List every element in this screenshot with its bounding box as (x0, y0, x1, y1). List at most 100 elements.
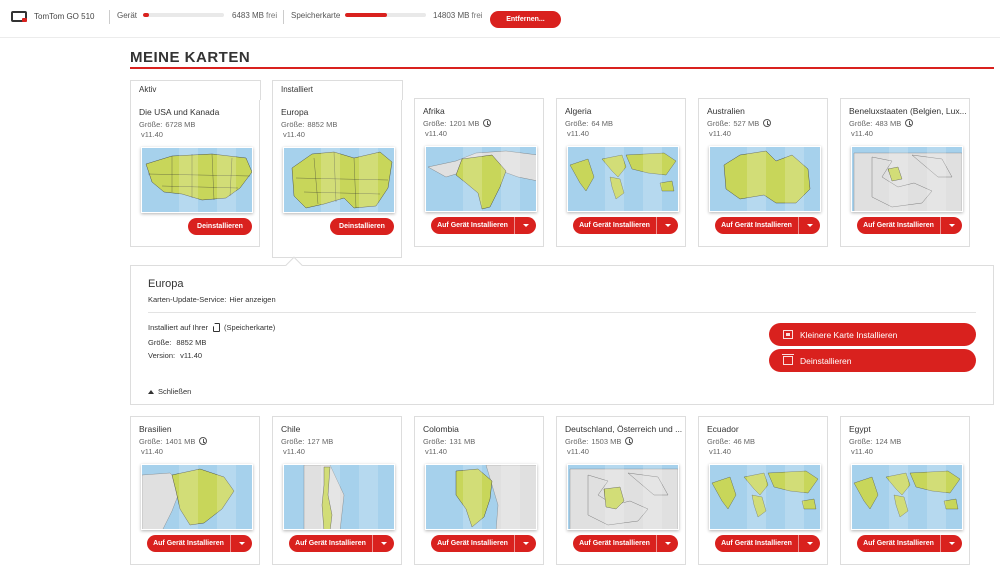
install-label: Auf Gerät Installieren (857, 217, 941, 234)
uninstall-button[interactable]: Deinstallieren (330, 218, 394, 235)
install-options-dropdown[interactable] (515, 217, 536, 234)
map-version: v11.40 (709, 129, 731, 138)
detail-title: Europa (148, 278, 184, 290)
map-version: v11.40 (851, 129, 873, 138)
card-storage-fill (345, 13, 388, 17)
map-card[interactable]: Egypt Größe: 124 MB v11.40 Auf Gerät Install… (840, 416, 970, 565)
map-card[interactable]: Brasilien Größe: 1401 MB v11.40 Auf Gerät In… (130, 416, 260, 565)
map-version: v11.40 (283, 447, 305, 456)
map-name: Egypt (849, 424, 871, 434)
chevron-down-icon (238, 542, 245, 545)
map-card[interactable]: Ecuador Größe: 46 MB v11.40 Auf Gerät Instal… (698, 416, 828, 565)
map-size: Größe: 527 MB (707, 119, 772, 128)
install-on-device-button[interactable]: Auf Gerät Installieren (431, 217, 536, 234)
map-size: Größe: 1201 MB (423, 119, 492, 128)
uninstall-button[interactable]: Deinstallieren (188, 218, 252, 235)
map-name: Afrika (423, 106, 445, 116)
map-thumbnail (141, 147, 253, 213)
detail-divider (148, 312, 976, 313)
install-on-device-button[interactable]: Auf Gerät Installieren (715, 535, 820, 552)
map-name: Algeria (565, 106, 592, 116)
map-card[interactable]: Afrika Größe: 1201 MB v11.40 Auf Gerät Insta… (414, 98, 544, 247)
map-thumbnail (851, 464, 963, 530)
divider (283, 10, 284, 24)
install-label: Auf Gerät Installieren (573, 535, 657, 552)
map-size: Größe: 127 MB (281, 437, 334, 446)
map-thumbnail (283, 147, 395, 213)
install-options-dropdown[interactable] (231, 535, 252, 552)
map-version: v11.40 (567, 447, 589, 456)
map-thumbnail (851, 146, 963, 212)
map-thumbnail (709, 146, 821, 212)
map-card[interactable]: Europa Größe: 8852 MB v11.40 Deinstallieren (272, 100, 402, 258)
install-smaller-map-button[interactable]: Kleinere Karte Installieren (769, 323, 976, 346)
trash-icon (782, 354, 794, 365)
map-thumbnail (709, 464, 821, 530)
map-card[interactable]: Australien Größe: 527 MB v11.40 Auf Gerät In… (698, 98, 828, 247)
map-size: Größe: 1503 MB (565, 437, 634, 446)
install-on-device-button[interactable]: Auf Gerät Installieren (431, 535, 536, 552)
map-card[interactable]: Algeria Größe: 64 MB v11.40 Auf Gerät Instal… (556, 98, 686, 247)
clock-icon (905, 119, 914, 127)
map-name: Deutschland, Österreich und ... (565, 424, 683, 434)
chevron-down-icon (664, 542, 671, 545)
map-thumbnail (567, 464, 679, 530)
map-name: Colombia (423, 424, 459, 434)
map-thumbnail (425, 464, 537, 530)
page-title: MEINE KARTEN (130, 49, 251, 66)
detail-version: Version: v11.40 (148, 351, 203, 360)
install-options-dropdown[interactable] (799, 535, 820, 552)
card-storage-value: 14803 MB frei (433, 11, 483, 20)
map-card[interactable]: Chile Größe: 127 MB v11.40 Auf Gerät Install… (272, 416, 402, 565)
detail-size: Größe: 8852 MB (148, 338, 207, 347)
remove-button[interactable]: Entfernen... (490, 11, 561, 28)
clock-icon (483, 119, 492, 127)
installed-on-label: Installiert auf Ihrer (148, 323, 209, 332)
install-on-device-button[interactable]: Auf Gerät Installieren (857, 217, 962, 234)
map-name: Australien (707, 106, 745, 116)
install-on-device-button[interactable]: Auf Gerät Installieren (857, 535, 962, 552)
map-version: v11.40 (709, 447, 731, 456)
install-options-dropdown[interactable] (373, 535, 394, 552)
map-version: v11.40 (567, 129, 589, 138)
install-options-dropdown[interactable] (941, 217, 962, 234)
map-size: Größe: 8852 MB (281, 120, 338, 129)
install-on-device-button[interactable]: Auf Gerät Installieren (573, 217, 678, 234)
close-link[interactable]: Schließen (148, 387, 191, 396)
map-card[interactable]: Die USA und Kanada Größe: 6728 MB v11.40 Dei… (130, 100, 260, 247)
install-options-dropdown[interactable] (941, 535, 962, 552)
map-size: Größe: 483 MB (849, 119, 914, 128)
divider (109, 10, 110, 24)
map-size: Größe: 6728 MB (139, 120, 196, 129)
installed-on: Installiert auf Ihrer (Speicherkarte) (148, 323, 275, 332)
install-options-dropdown[interactable] (799, 217, 820, 234)
install-options-dropdown[interactable] (657, 535, 678, 552)
map-version: v11.40 (141, 447, 163, 456)
install-on-device-button[interactable]: Auf Gerät Installieren (289, 535, 394, 552)
storage-name: (Speicherkarte) (224, 323, 276, 332)
install-options-dropdown[interactable] (515, 535, 536, 552)
device-storage-value: 6483 MB frei (232, 11, 278, 20)
install-label: Auf Gerät Installieren (573, 217, 657, 234)
chevron-up-icon (148, 389, 154, 394)
install-on-device-button[interactable]: Auf Gerät Installieren (715, 217, 820, 234)
map-size: Größe: 1401 MB (139, 437, 208, 446)
map-name: Die USA und Kanada (139, 107, 220, 117)
map-card[interactable]: Beneluxstaaten (Belgien, Lux... Größe: 483… (840, 98, 970, 247)
update-service-link[interactable]: Hier anzeigen (229, 295, 275, 304)
chevron-down-icon (522, 224, 529, 227)
map-card[interactable]: Colombia Größe: 131 MB v11.40 Auf Gerät Inst… (414, 416, 544, 565)
map-name: Ecuador (707, 424, 739, 434)
install-on-device-button[interactable]: Auf Gerät Installieren (147, 535, 252, 552)
install-options-dropdown[interactable] (657, 217, 678, 234)
install-label: Auf Gerät Installieren (715, 217, 799, 234)
map-thumbnail (283, 464, 395, 530)
chevron-down-icon (664, 224, 671, 227)
device-storage-bar (143, 13, 224, 17)
install-on-device-button[interactable]: Auf Gerät Installieren (573, 535, 678, 552)
uninstall-button[interactable]: Deinstallieren (769, 349, 976, 372)
install-label: Auf Gerät Installieren (431, 217, 515, 234)
chevron-down-icon (522, 542, 529, 545)
install-label: Auf Gerät Installieren (431, 535, 515, 552)
map-card[interactable]: Deutschland, Österreich und ... Größe: 150… (556, 416, 686, 565)
